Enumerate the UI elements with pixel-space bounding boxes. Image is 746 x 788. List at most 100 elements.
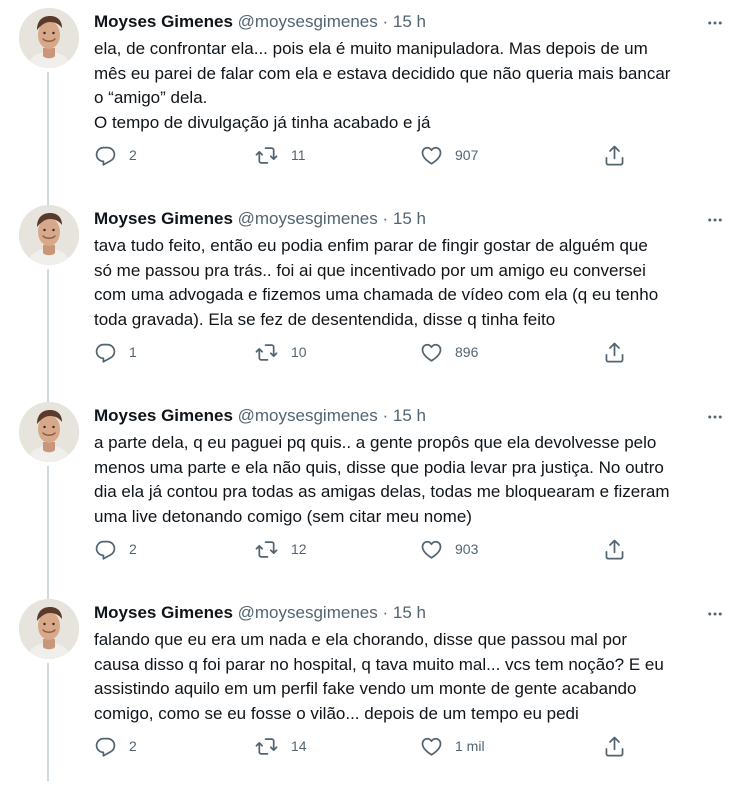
reply-bubble-icon (94, 144, 117, 167)
like-count: 903 (455, 541, 479, 557)
retweet-button[interactable]: 10 (254, 339, 307, 365)
thread-timeline: Moyses Gimenes @moysesgimenes · 15 h ela… (0, 0, 746, 781)
retweet-arrows-icon (254, 341, 279, 364)
profile-photo-icon (19, 402, 79, 462)
tweet[interactable]: Moyses Gimenes @moysesgimenes · 15 h tav… (0, 197, 746, 394)
reply-button[interactable]: 2 (94, 536, 137, 562)
user-handle[interactable]: @moysesgimenes (238, 209, 378, 228)
tweet-text-line: menos uma parte e ela não quis, disse qu… (94, 457, 664, 477)
tweet-text-line: falando que eu era um nada e ela chorand… (94, 630, 628, 649)
share-upload-icon (603, 144, 626, 167)
tweet-actions: 2 11 907 (94, 142, 634, 168)
avatar[interactable] (19, 8, 79, 68)
share-button[interactable] (603, 536, 626, 562)
heart-icon (420, 538, 443, 561)
more-horizontal-icon (706, 605, 724, 623)
tweet-text-line: assistindo aquilo em um perfil fake vend… (94, 679, 637, 698)
share-button[interactable] (603, 142, 626, 168)
retweet-button[interactable]: 11 (254, 142, 306, 168)
reply-button[interactable]: 2 (94, 142, 137, 168)
thread-connector-line (47, 466, 49, 591)
thread-connector-line (47, 72, 49, 197)
user-handle[interactable]: @moysesgimenes (238, 603, 378, 622)
thread-connector-line (47, 663, 49, 781)
profile-photo-icon (19, 599, 79, 659)
separator-dot: · (382, 209, 389, 228)
retweet-count: 10 (291, 344, 307, 360)
reply-count: 2 (129, 147, 137, 163)
more-options-button[interactable] (703, 210, 727, 230)
avatar[interactable] (19, 205, 79, 265)
heart-icon (420, 144, 443, 167)
tweet-text-line: com uma advogada e fizemos uma chamada d… (94, 285, 659, 304)
retweet-button[interactable]: 12 (254, 536, 307, 562)
timestamp[interactable]: 15 h (393, 603, 426, 622)
share-button[interactable] (603, 339, 626, 365)
separator-dot: · (382, 603, 389, 622)
tweet-text: tava tudo feito, então eu podia enfim pa… (94, 234, 734, 332)
tweet-header: Moyses Gimenes @moysesgimenes · 15 h (94, 405, 426, 427)
tweet-text-line: o “amigo” dela. (94, 88, 208, 107)
display-name[interactable]: Moyses Gimenes (94, 603, 233, 622)
tweet-text-line: mês eu parei de falar com ela e estava d… (94, 63, 671, 83)
more-options-button[interactable] (703, 604, 727, 624)
share-upload-icon (603, 341, 626, 364)
tweet-text-line: a parte dela, q eu paguei pq quis.. a ge… (94, 433, 657, 452)
reply-count: 2 (129, 541, 137, 557)
user-handle[interactable]: @moysesgimenes (238, 12, 378, 31)
reply-button[interactable]: 2 (94, 733, 137, 759)
tweet[interactable]: Moyses Gimenes @moysesgimenes · 15 h a p… (0, 394, 746, 591)
timestamp[interactable]: 15 h (393, 406, 426, 425)
thread-connector-line (47, 394, 49, 402)
tweet-text: a parte dela, q eu paguei pq quis.. a ge… (94, 431, 734, 529)
tweet-text-line: ela, de confrontar ela... pois ela é mui… (94, 39, 648, 58)
avatar[interactable] (19, 402, 79, 462)
reply-bubble-icon (94, 735, 117, 758)
reply-bubble-icon (94, 538, 117, 561)
retweet-arrows-icon (254, 538, 279, 561)
heart-icon (420, 341, 443, 364)
tweet[interactable]: Moyses Gimenes @moysesgimenes · 15 h ela… (0, 0, 746, 197)
tweet-text-line: causa disso q foi parar no hospital, q t… (94, 654, 664, 674)
share-button[interactable] (603, 733, 626, 759)
retweet-arrows-icon (254, 144, 279, 167)
retweet-count: 11 (291, 147, 306, 163)
separator-dot: · (382, 12, 389, 31)
share-upload-icon (603, 735, 626, 758)
like-count: 1 mil (455, 738, 485, 754)
more-options-button[interactable] (703, 407, 727, 427)
tweet-text-line: O tempo de divulgação já tinha acabado e… (94, 112, 431, 132)
tweet[interactable]: Moyses Gimenes @moysesgimenes · 15 h fal… (0, 591, 746, 788)
like-button[interactable]: 896 (420, 339, 478, 365)
tweet-actions: 2 12 903 (94, 536, 634, 562)
display-name[interactable]: Moyses Gimenes (94, 406, 233, 425)
profile-photo-icon (19, 205, 79, 265)
retweet-count: 12 (291, 541, 307, 557)
tweet-text-line: tava tudo feito, então eu podia enfim pa… (94, 236, 648, 255)
like-button[interactable]: 907 (420, 142, 478, 168)
thread-connector-line (47, 269, 49, 394)
tweet-header: Moyses Gimenes @moysesgimenes · 15 h (94, 602, 426, 624)
tweet-text-line: só me passou pra trás.. foi ai que incen… (94, 260, 646, 280)
user-handle[interactable]: @moysesgimenes (238, 406, 378, 425)
timestamp[interactable]: 15 h (393, 209, 426, 228)
tweet-text-line: toda gravada). Ela se fez de desentendid… (94, 309, 556, 329)
reply-count: 1 (129, 344, 137, 360)
thread-connector-line (47, 197, 49, 205)
like-count: 907 (455, 147, 479, 163)
more-options-button[interactable] (703, 13, 727, 33)
share-upload-icon (603, 538, 626, 561)
display-name[interactable]: Moyses Gimenes (94, 209, 233, 228)
tweet-actions: 1 10 896 (94, 339, 634, 365)
avatar[interactable] (19, 599, 79, 659)
like-count: 896 (455, 344, 479, 360)
retweet-button[interactable]: 14 (254, 733, 307, 759)
profile-photo-icon (19, 8, 79, 68)
like-button[interactable]: 1 mil (420, 733, 485, 759)
display-name[interactable]: Moyses Gimenes (94, 12, 233, 31)
reply-button[interactable]: 1 (94, 339, 137, 365)
separator-dot: · (382, 406, 389, 425)
tweet-actions: 2 14 1 mil (94, 733, 634, 759)
timestamp[interactable]: 15 h (393, 12, 426, 31)
like-button[interactable]: 903 (420, 536, 478, 562)
